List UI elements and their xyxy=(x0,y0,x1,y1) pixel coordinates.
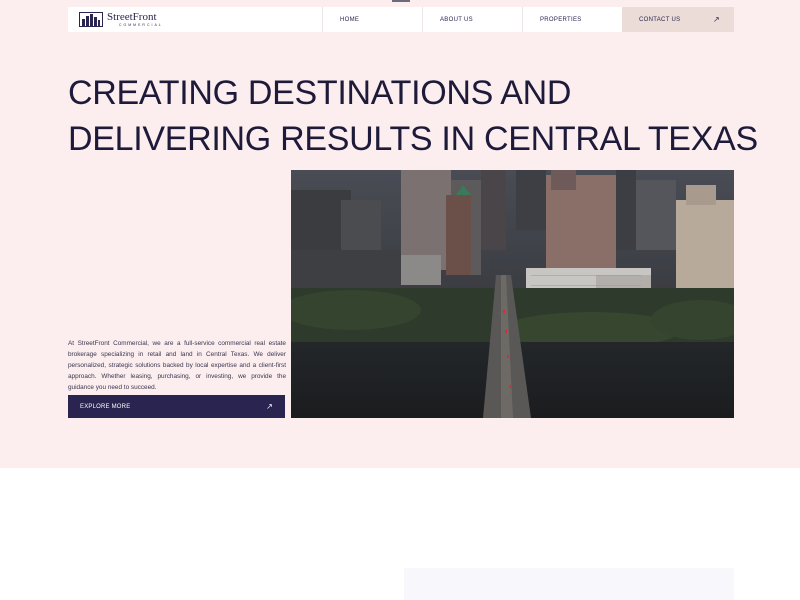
nav-item-home[interactable]: HOME xyxy=(322,7,422,32)
hero-description: At StreetFront Commercial, we are a full… xyxy=(68,340,286,391)
arrow-up-right-icon: ↗ xyxy=(266,401,273,411)
headline-line-1: CREATING DESTINATIONS AND xyxy=(68,74,572,112)
nav-item-about-us[interactable]: ABOUT US xyxy=(422,7,522,32)
active-nav-indicator xyxy=(392,0,410,2)
top-nav: StreetFront COMMERCIAL HOME ABOUT US PRO… xyxy=(68,7,734,32)
city-skyline-illustration xyxy=(291,170,734,418)
hero-section: StreetFront COMMERCIAL HOME ABOUT US PRO… xyxy=(0,0,800,468)
logo-subtitle: COMMERCIAL xyxy=(119,22,163,27)
nav-item-label: ABOUT US xyxy=(440,16,473,23)
skyline-logo-icon xyxy=(79,12,103,27)
city-aerial-image xyxy=(291,170,734,418)
nav-item-label: PROPERTIES xyxy=(540,16,582,23)
contact-us-label: CONTACT US xyxy=(639,16,681,23)
logo-name: StreetFront xyxy=(107,10,157,23)
explore-more-label: EXPLORE MORE xyxy=(80,403,131,410)
explore-more-button[interactable]: EXPLORE MORE ↗ xyxy=(68,395,285,418)
headline-line-2: DELIVERING RESULTS IN CENTRAL TEXAS xyxy=(68,120,758,158)
nav-item-label: HOME xyxy=(340,16,360,23)
lower-content-card xyxy=(404,568,734,600)
nav-item-properties[interactable]: PROPERTIES xyxy=(522,7,622,32)
logo[interactable]: StreetFront COMMERCIAL xyxy=(68,7,322,32)
page-title: CREATING DESTINATIONS AND DELIVERING RES… xyxy=(68,70,768,162)
contact-us-button[interactable]: CONTACT US ↗ xyxy=(622,7,734,32)
arrow-up-right-icon: ↗ xyxy=(712,14,720,24)
